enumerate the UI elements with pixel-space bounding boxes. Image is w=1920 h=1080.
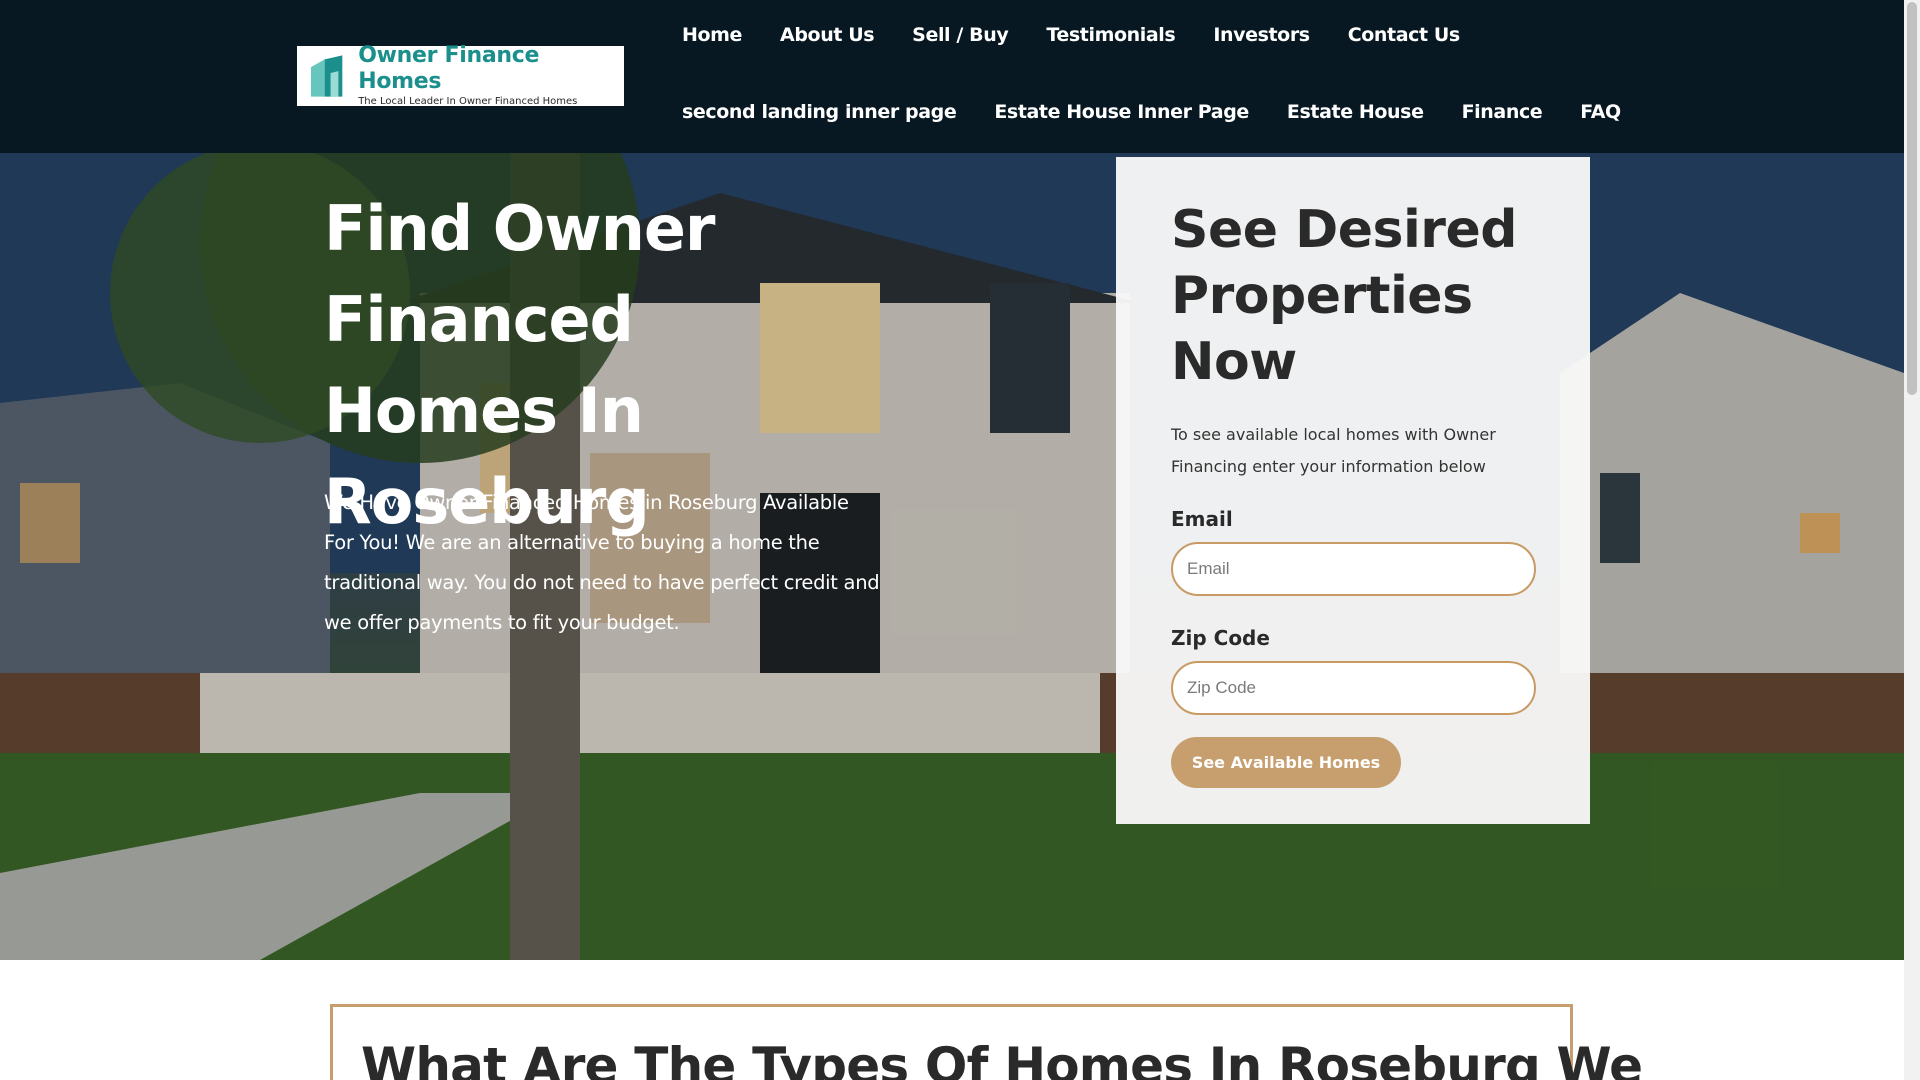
nav-item-estate-house-inner[interactable]: Estate House Inner Page [994,101,1249,123]
nav-item-contact-us[interactable]: Contact Us [1348,24,1461,46]
email-label: Email [1171,507,1233,531]
nav-item-estate-house[interactable]: Estate House [1287,101,1424,123]
logo-tagline: The Local Leader In Owner Financed Homes [358,96,578,107]
main-nav-row-1: Home About Us Sell / Buy Testimonials In… [682,24,1498,46]
form-title: See Desired Properties Now [1171,200,1517,392]
page-scrollbar[interactable] [1904,0,1920,1080]
nav-item-sell-buy[interactable]: Sell / Buy [912,24,1009,46]
site-logo[interactable]: Owner Finance Homes The Local Leader In … [297,43,624,107]
section-title: What Are The Types Of Homes In Roseburg … [361,1037,1643,1080]
nav-item-investors[interactable]: Investors [1213,24,1310,46]
main-nav-row-2: second landing inner page Estate House I… [682,101,1659,123]
nav-item-finance[interactable]: Finance [1462,101,1543,123]
zip-code-field[interactable] [1171,661,1536,715]
hero-description: We Have Owner Financed Homes in Roseburg… [324,491,880,634]
hero-section: Find Owner Financed Homes In Roseburg We… [0,153,1904,960]
scrollbar-thumb[interactable] [1907,2,1917,395]
email-field[interactable] [1171,542,1536,596]
lead-form-card: See Desired Properties Now To see availa… [1116,157,1590,824]
form-description: To see available local homes with Owner … [1171,425,1496,476]
site-header: Owner Finance Homes The Local Leader In … [0,0,1904,153]
nav-item-faq[interactable]: FAQ [1580,101,1621,123]
home-types-section: What Are The Types Of Homes In Roseburg … [330,1004,1643,1080]
hero-overlay [0,153,1904,960]
logo-title: Owner Finance Homes [358,43,540,94]
nav-item-second-landing[interactable]: second landing inner page [682,101,957,123]
zip-code-label: Zip Code [1171,626,1270,650]
nav-item-testimonials[interactable]: Testimonials [1046,24,1175,46]
see-available-homes-button[interactable]: See Available Homes [1171,737,1401,788]
nav-item-about-us[interactable]: About Us [780,24,875,46]
nav-item-home[interactable]: Home [682,24,742,46]
house-logo-icon [310,55,343,97]
